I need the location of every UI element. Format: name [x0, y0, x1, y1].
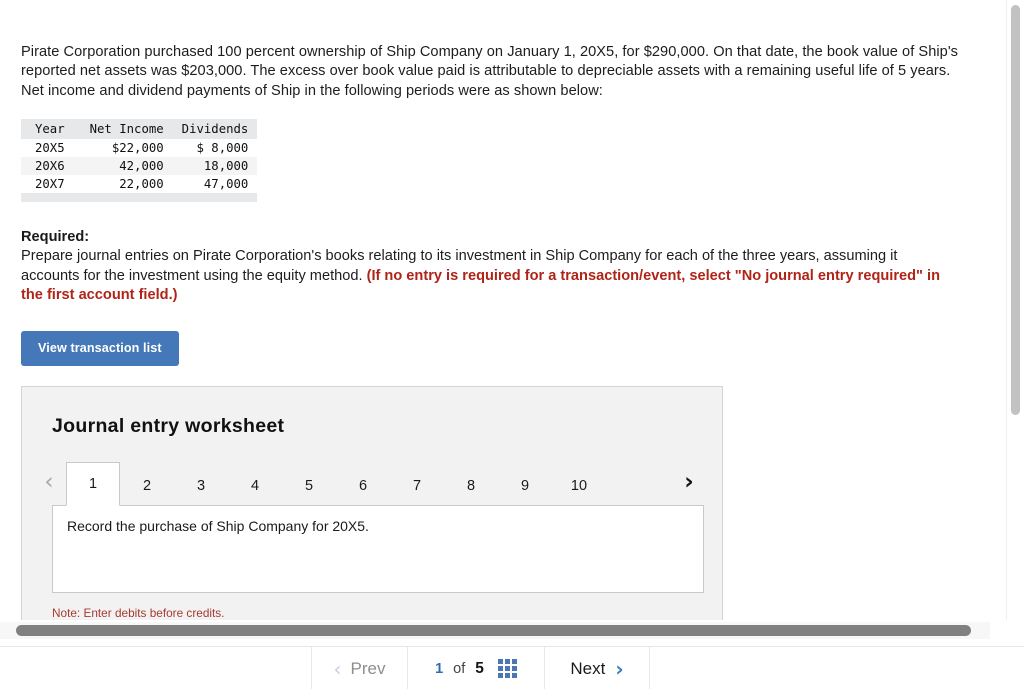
scrollbar-corner: [990, 622, 1024, 639]
chevron-left-icon: ‹: [333, 656, 342, 681]
cell-year: 20X6: [21, 157, 81, 176]
prev-button[interactable]: ‹ Prev: [311, 647, 408, 689]
worksheet-tab-9[interactable]: 9: [498, 468, 552, 505]
journal-entry-worksheet-panel: Journal entry worksheet ‹ 1 2 3 4 5 6 7 …: [21, 385, 723, 620]
view-transaction-list-button[interactable]: View transaction list: [21, 330, 179, 366]
worksheet-instruction-text: Record the purchase of Ship Company for …: [67, 517, 369, 534]
page-indicator[interactable]: 1 of 5: [408, 647, 545, 689]
financial-data-table-wrapper: Year Net Income Dividends 20X5 $22,000 $…: [21, 119, 970, 203]
column-header-year: Year: [21, 119, 81, 140]
vertical-scrollbar-track[interactable]: [1006, 0, 1024, 620]
page-root: Pirate Corporation purchased 100 percent…: [0, 0, 1024, 689]
cell-net-income: 22,000: [119, 177, 164, 192]
worksheet-tab-4[interactable]: 4: [228, 468, 282, 505]
tab-next-arrow-icon[interactable]: ›: [674, 461, 704, 505]
worksheet-title: Journal entry worksheet: [52, 414, 285, 437]
worksheet-tabs: 1 2 3 4 5 6 7 8 9 10: [66, 461, 606, 506]
vertical-scrollbar-thumb[interactable]: [1011, 5, 1020, 415]
table-row: 20X5 $22,000 $ 8,000: [21, 139, 257, 157]
worksheet-tab-1[interactable]: 1: [66, 461, 120, 506]
cell-net-income: $22,000: [111, 141, 164, 156]
worksheet-tab-3[interactable]: 3: [174, 468, 228, 505]
grid-view-icon[interactable]: [497, 659, 517, 678]
table-row: 20X6 42,000 18,000: [21, 157, 258, 176]
financial-data-table: Year Net Income Dividends 20X5 $22,000 $…: [21, 119, 258, 203]
debits-before-credits-note: Note: Enter debits before credits.: [52, 605, 225, 620]
pagination-group: ‹ Prev 1 of 5 Next ›: [311, 647, 650, 689]
cell-dividends: 47,000: [203, 177, 249, 192]
cell-year: 20X5: [35, 141, 65, 156]
table-row: 20X7 22,000 47,000: [21, 175, 257, 193]
required-label: Required:: [21, 229, 90, 246]
cell-net-income: 42,000: [80, 157, 173, 176]
prev-button-label: Prev: [350, 658, 386, 678]
worksheet-tab-7[interactable]: 7: [390, 468, 444, 505]
current-page-number: 1: [435, 660, 444, 677]
worksheet-tab-5[interactable]: 5: [282, 468, 336, 505]
total-page-count: 5: [475, 659, 484, 677]
chevron-right-icon: ›: [615, 656, 624, 681]
table-footer-rule: [21, 193, 258, 203]
cell-dividends: 18,000: [172, 157, 258, 176]
horizontal-scrollbar-thumb[interactable]: [16, 625, 971, 636]
cell-dividends: $ 8,000: [196, 141, 249, 156]
worksheet-tab-6[interactable]: 6: [336, 468, 390, 505]
cell-year: 20X7: [35, 177, 65, 192]
worksheet-tab-10[interactable]: 10: [552, 468, 606, 505]
table-header-row: Year Net Income Dividends: [21, 119, 258, 140]
page-of-label: of: [453, 660, 466, 677]
required-body: Prepare journal entries on Pirate Corpor…: [21, 247, 951, 306]
column-header-net-income: Net Income: [80, 119, 173, 140]
next-button-label: Next: [570, 658, 606, 678]
worksheet-instruction-box: Record the purchase of Ship Company for …: [52, 504, 704, 593]
worksheet-tab-2[interactable]: 2: [120, 468, 174, 505]
problem-statement: Pirate Corporation purchased 100 percent…: [21, 43, 959, 99]
worksheet-tab-strip: ‹ 1 2 3 4 5 6 7 8 9 10 ›: [22, 460, 722, 506]
next-button[interactable]: Next ›: [545, 647, 650, 689]
required-section: Required: Prepare journal entries on Pir…: [21, 228, 970, 306]
worksheet-tab-8[interactable]: 8: [444, 468, 498, 505]
tab-prev-arrow-icon[interactable]: ‹: [34, 461, 64, 505]
content-scroll-area[interactable]: Pirate Corporation purchased 100 percent…: [0, 0, 990, 620]
bottom-navigation-bar: ‹ Prev 1 of 5 Next ›: [0, 646, 1024, 689]
column-header-dividends: Dividends: [172, 119, 258, 140]
